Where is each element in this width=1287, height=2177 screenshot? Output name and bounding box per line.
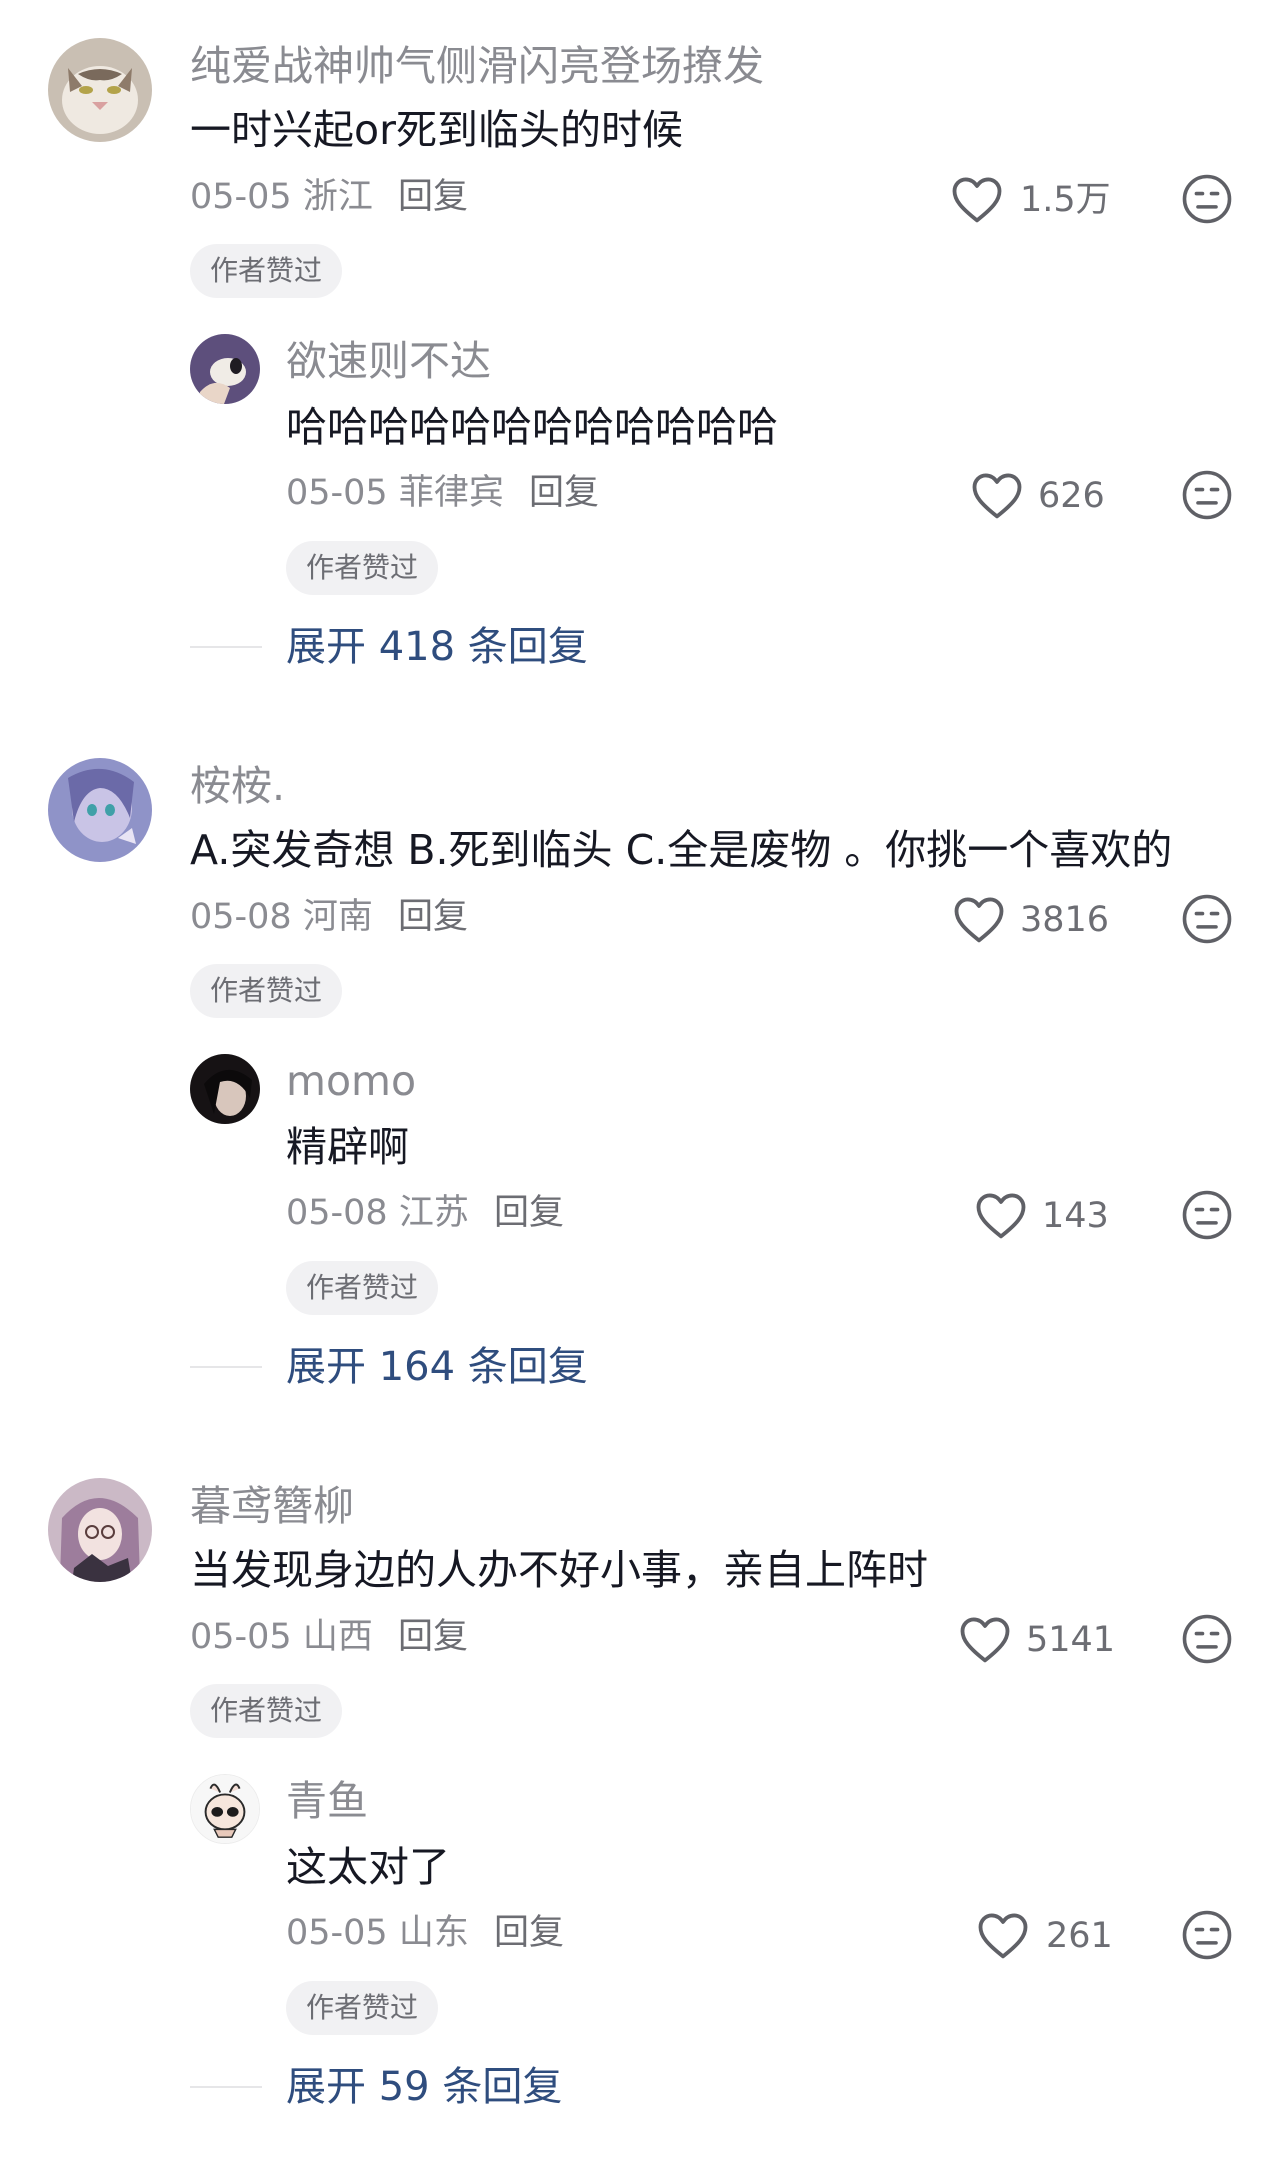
expand-replies-link[interactable]: 展开 418 条回复 (286, 622, 588, 672)
reply-meta: 05-08 江苏 回复 (286, 1190, 564, 1236)
heart-outline-icon[interactable] (950, 174, 1004, 224)
reply-nickname[interactable]: 青鱼 (286, 1776, 368, 1826)
reply-text: 这太对了 (286, 1843, 450, 1891)
heart-outline-icon[interactable] (970, 470, 1024, 520)
expand-divider (190, 1366, 262, 1368)
comment-meta: 05-05 浙江 回复 (190, 174, 468, 220)
comment-location: 浙江 (302, 177, 373, 217)
avatar[interactable] (190, 1054, 260, 1124)
reply-text: 哈哈哈哈哈哈哈哈哈哈哈哈 (286, 403, 778, 451)
comment-text: 当发现身边的人办不好小事，亲自上阵时 (190, 1546, 928, 1594)
heart-outline-icon[interactable] (952, 894, 1006, 944)
author-liked-badge: 作者赞过 (286, 541, 439, 595)
meh-face-icon[interactable] (1180, 1908, 1234, 1962)
reply-meta: 05-05 山东 回复 (286, 1910, 564, 1956)
comment-date: 05-05 (190, 177, 292, 217)
reply-text: 精辟啊 (286, 1123, 409, 1171)
comment-meta: 05-05 山西 回复 (190, 1614, 468, 1660)
like-count: 5141 (1026, 1620, 1116, 1660)
reply-nickname[interactable]: 欲速则不达 (286, 336, 491, 386)
reply-date: 05-05 (286, 473, 388, 513)
expand-divider (190, 2086, 262, 2088)
comment-date: 05-05 (190, 1617, 292, 1657)
comment-text: 一时兴起or死到临头的时候 (190, 106, 683, 154)
expand-replies-link[interactable]: 展开 59 条回复 (286, 2062, 562, 2112)
expand-divider (190, 646, 262, 648)
author-liked-badge: 作者赞过 (286, 1981, 439, 2035)
comment-meta: 05-08 河南 回复 (190, 894, 468, 940)
like-count: 3816 (1020, 900, 1110, 940)
reply-button[interactable]: 回复 (494, 1913, 564, 1953)
avatar[interactable] (48, 38, 152, 142)
like-count: 1.5万 (1020, 180, 1111, 220)
reply-nickname[interactable]: momo (286, 1056, 416, 1106)
avatar[interactable] (48, 758, 152, 862)
avatar[interactable] (190, 1774, 260, 1844)
comment-nickname[interactable]: 暮鸢簪柳 (190, 1481, 354, 1531)
reply-button[interactable]: 回复 (398, 1617, 468, 1657)
reply-button[interactable]: 回复 (494, 1193, 564, 1233)
heart-outline-icon[interactable] (974, 1190, 1028, 1240)
comment-nickname[interactable]: 纯爱战神帅气侧滑闪亮登场撩发 (190, 41, 764, 91)
meh-face-icon[interactable] (1180, 1188, 1234, 1242)
reply-date: 05-08 (286, 1193, 388, 1233)
avatar[interactable] (48, 1478, 152, 1582)
comment-nickname[interactable]: 桉桉. (190, 761, 285, 811)
avatar[interactable] (190, 334, 260, 404)
author-liked-badge: 作者赞过 (286, 1261, 439, 1315)
reply-button[interactable]: 回复 (529, 473, 599, 513)
meh-face-icon[interactable] (1180, 172, 1234, 226)
heart-outline-icon[interactable] (958, 1614, 1012, 1664)
comment-location: 山西 (302, 1617, 373, 1657)
like-count: 626 (1038, 476, 1105, 516)
author-liked-badge: 作者赞过 (190, 964, 343, 1018)
like-count: 143 (1042, 1196, 1109, 1236)
reply-button[interactable]: 回复 (398, 177, 468, 217)
reply-location: 菲律宾 (398, 473, 504, 513)
like-count: 261 (1046, 1916, 1113, 1956)
comment-location: 河南 (302, 897, 373, 937)
reply-location: 江苏 (398, 1193, 469, 1233)
meh-face-icon[interactable] (1180, 468, 1234, 522)
expand-replies-link[interactable]: 展开 164 条回复 (286, 1342, 588, 1392)
meh-face-icon[interactable] (1180, 892, 1234, 946)
comment-date: 05-08 (190, 897, 292, 937)
meh-face-icon[interactable] (1180, 1612, 1234, 1666)
reply-date: 05-05 (286, 1913, 388, 1953)
heart-outline-icon[interactable] (976, 1910, 1030, 1960)
reply-meta: 05-05 菲律宾 回复 (286, 470, 599, 516)
reply-button[interactable]: 回复 (398, 897, 468, 937)
author-liked-badge: 作者赞过 (190, 244, 343, 298)
author-liked-badge: 作者赞过 (190, 1684, 343, 1738)
comment-text: A.突发奇想 B.死到临头 C.全是废物 。你挑一个喜欢的 (190, 826, 1173, 874)
reply-location: 山东 (398, 1913, 469, 1953)
